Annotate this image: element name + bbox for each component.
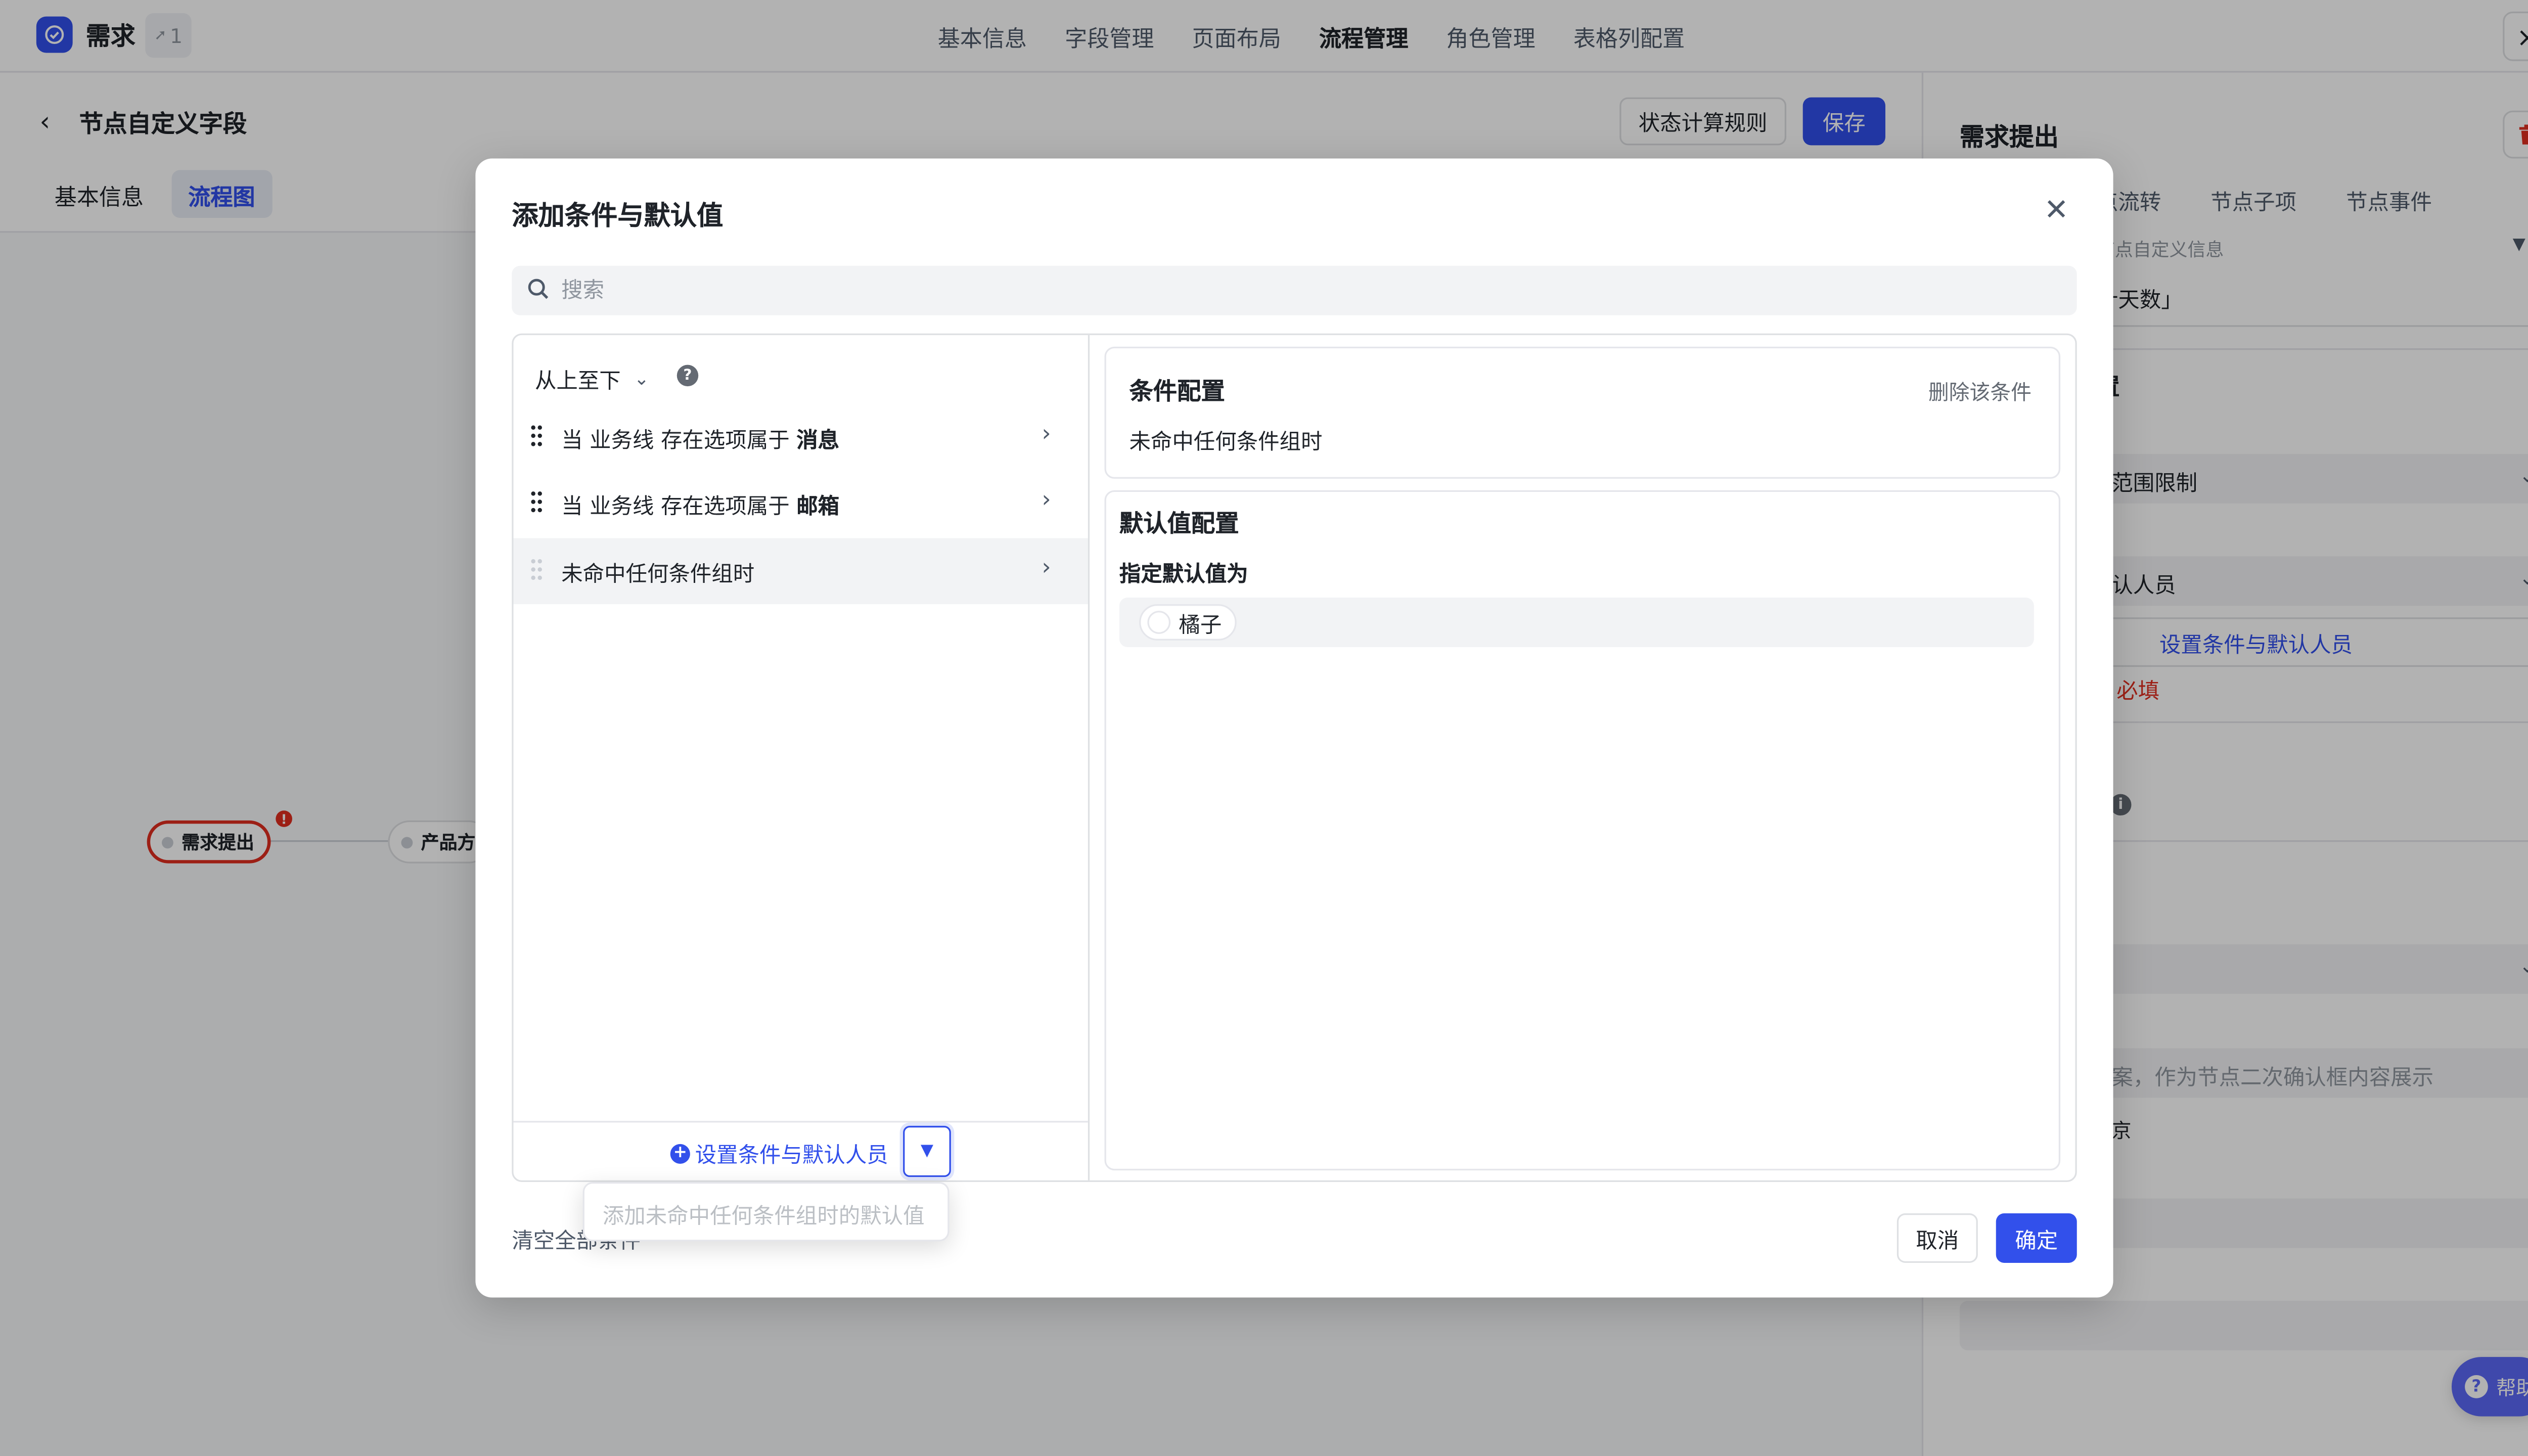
drag-handle-icon[interactable] bbox=[530, 424, 543, 447]
person-tag[interactable]: 橘子 bbox=[1139, 604, 1237, 641]
condition-text: 未命中任何条件组时 bbox=[561, 563, 755, 588]
condition-text: 当 业务线 存在选项属于 bbox=[561, 495, 797, 520]
default-value-label: 指定默认值为 bbox=[1119, 563, 1248, 588]
cancel-button[interactable]: 取消 bbox=[1897, 1213, 1978, 1263]
search-icon bbox=[527, 278, 550, 307]
person-name: 橘子 bbox=[1179, 613, 1222, 639]
condition-config-text: 未命中任何条件组时 bbox=[1129, 431, 1323, 456]
question-icon[interactable]: ? bbox=[676, 365, 699, 387]
modal-title: 添加条件与默认值 bbox=[512, 200, 724, 232]
search-bar bbox=[512, 265, 2077, 315]
search-input[interactable] bbox=[561, 265, 2014, 315]
order-label: 从上至下 bbox=[534, 370, 621, 395]
chevron-right-icon: › bbox=[1042, 487, 1051, 514]
chevron-down-icon: ⌄ bbox=[634, 368, 650, 390]
add-dropdown-toggle[interactable]: ▼ bbox=[903, 1125, 951, 1177]
condition-row[interactable]: 当 业务线 存在选项属于 消息 › bbox=[514, 404, 1088, 471]
condition-row-selected[interactable]: 未命中任何条件组时 › bbox=[514, 538, 1088, 604]
plus-circle-icon: + bbox=[670, 1143, 690, 1163]
add-dropdown-menu: 添加未命中任何条件组时的默认值 bbox=[582, 1181, 950, 1242]
condition-value: 邮箱 bbox=[796, 495, 840, 520]
condition-config-title: 条件配置 bbox=[1129, 380, 1225, 406]
drag-handle-icon[interactable] bbox=[530, 490, 543, 514]
chevron-right-icon: › bbox=[1042, 421, 1051, 447]
caret-down-icon: ▼ bbox=[920, 1142, 934, 1161]
condition-row[interactable]: 当 业务线 存在选项属于 邮箱 › bbox=[514, 471, 1088, 537]
avatar bbox=[1147, 611, 1171, 634]
left-footer-divider bbox=[513, 1121, 1088, 1123]
condition-text: 当 业务线 存在选项属于 bbox=[561, 429, 797, 454]
order-select[interactable]: 从上至下 ⌄ bbox=[535, 363, 649, 394]
chevron-right-icon: › bbox=[1042, 555, 1051, 581]
close-icon[interactable]: ✕ bbox=[2044, 193, 2068, 228]
delete-condition-link[interactable]: 删除该条件 bbox=[1928, 375, 2032, 406]
default-config-title: 默认值配置 bbox=[1119, 512, 1239, 538]
add-condition-label: 设置条件与默认人员 bbox=[695, 1144, 888, 1169]
default-config-card bbox=[1104, 490, 2061, 1171]
confirm-button[interactable]: 确定 bbox=[1996, 1213, 2077, 1263]
condition-value: 消息 bbox=[796, 429, 840, 454]
pane-divider bbox=[1088, 335, 1090, 1180]
dropdown-option-default[interactable]: 添加未命中任何条件组时的默认值 bbox=[603, 1199, 925, 1230]
condition-config-card bbox=[1104, 346, 2061, 479]
add-condition-button[interactable]: + 设置条件与默认人员 bbox=[670, 1138, 888, 1169]
drag-handle-icon bbox=[531, 559, 542, 580]
default-person-field[interactable] bbox=[1119, 598, 2034, 647]
